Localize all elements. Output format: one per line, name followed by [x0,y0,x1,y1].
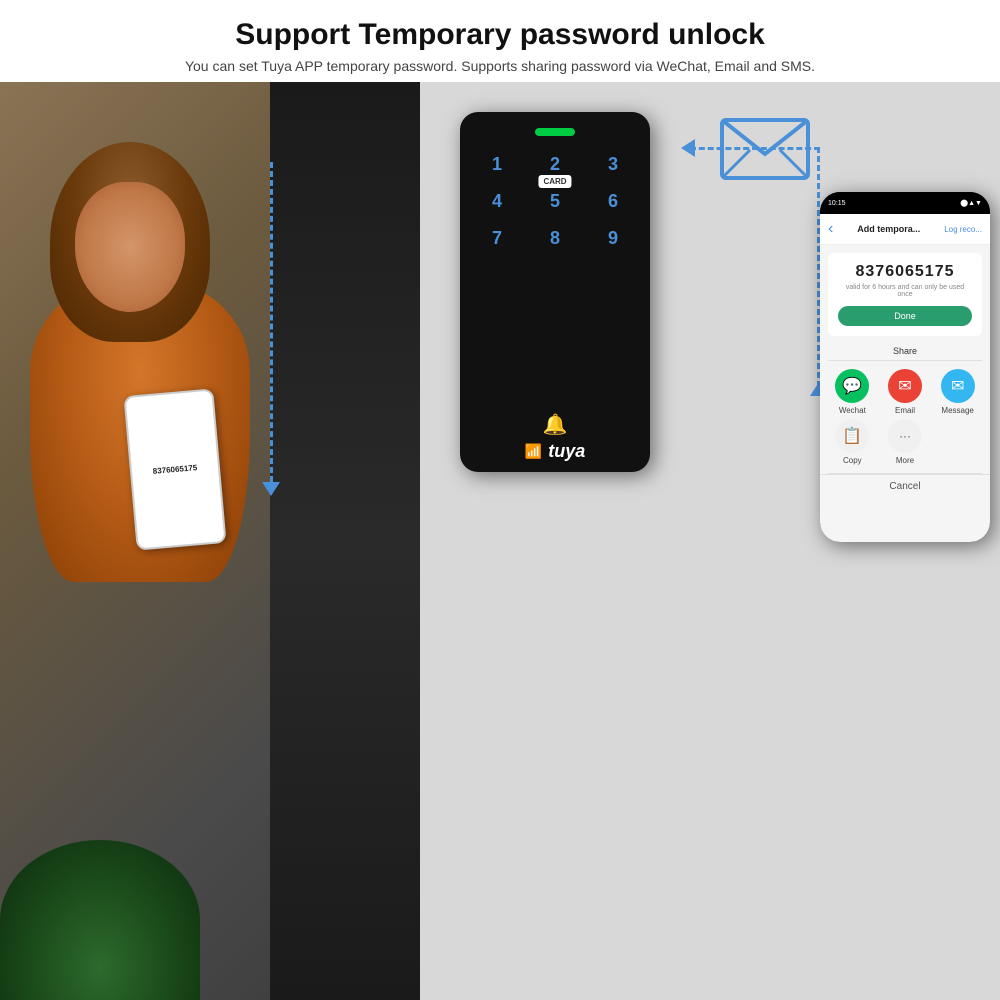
arrow-left-icon [681,139,695,157]
copy-icon: 📋 [835,419,869,453]
woman-face [75,182,185,312]
arrow-down-icon [262,482,280,496]
wifi-icon: 📶 [525,443,542,460]
hand-phone-number: 8376065175 [152,463,197,476]
share-message[interactable]: ✉ Message [933,369,982,415]
tuya-logo-text: tuya [548,441,585,462]
phone-app-header: ‹ Add tempora... Log reco... [820,214,990,245]
phone-back-button[interactable]: ‹ [828,220,833,238]
smartphone-device: 10:15 ⬤▲▼ ‹ Add tempora... Log reco... 8… [820,192,990,542]
phone-screen: ‹ Add tempora... Log reco... 8376065175 … [820,214,990,542]
key-9[interactable]: 9 [588,224,638,253]
header-section: Support Temporary password unlock You ca… [0,0,1000,82]
phone-password-validity: valid for 6 hours and can only be used o… [838,284,972,298]
left-panel-photo: 8376065175 [0,82,420,1000]
wechat-icon: 💬 [835,369,869,403]
page-subtitle: You can set Tuya APP temporary password.… [40,58,960,74]
more-icon: ··· [888,419,922,453]
phone-in-hand: 8376065175 [123,388,226,550]
dashed-vertical-line [270,162,273,482]
page: Support Temporary password unlock You ca… [0,0,1000,1000]
key-7[interactable]: 7 [472,224,522,253]
right-panel: 1 2 3 4 5 CARD 6 7 8 9 🔔 📶 [420,82,1000,1000]
bell-icon: 🔔 [543,412,568,437]
share-email[interactable]: ✉ Email [881,369,930,415]
card-label: CARD [538,175,571,188]
page-title: Support Temporary password unlock [40,18,960,52]
key-1[interactable]: 1 [472,150,522,179]
share-wechat[interactable]: 💬 Wechat [828,369,877,415]
keypad-grid: 1 2 3 4 5 CARD 6 7 8 9 [472,150,638,253]
key-4[interactable]: 4 [472,187,522,216]
copy-label: Copy [843,456,862,465]
phone-status-bar: 10:15 ⬤▲▼ [820,192,990,214]
keypad-bottom-area: 🔔 📶 tuya [525,412,585,462]
dashed-horizontal-line [690,147,820,150]
phone-share-label: Share [820,342,990,360]
phone-status-icons: ⬤▲▼ [960,199,982,207]
key-8[interactable]: 8 [530,224,580,253]
keypad-indicator-light [535,128,575,136]
phone-time: 10:15 [828,200,846,207]
more-label: More [896,456,914,465]
share-options-grid: 💬 Wechat ✉ Email ✉ Message 📋 [820,361,990,473]
key-5[interactable]: 5 CARD [530,187,580,216]
phone-screen-title: Add tempora... [857,224,920,234]
phone-password-area: 8376065175 valid for 6 hours and can onl… [828,253,982,336]
plant-decoration [0,840,200,1000]
share-copy[interactable]: 📋 Copy [828,419,877,465]
door-panel [270,82,420,1000]
phone-temp-password: 8376065175 [838,263,972,281]
wechat-label: Wechat [839,406,866,415]
share-more[interactable]: ··· More [881,419,930,465]
message-label: Message [941,406,973,415]
tuya-brand-area: 📶 tuya [525,441,585,462]
key-3[interactable]: 3 [588,150,638,179]
email-share-icon: ✉ [888,369,922,403]
phone-cancel-button[interactable]: Cancel [820,474,990,498]
main-content: 8376065175 [0,82,1000,1000]
message-icon: ✉ [941,369,975,403]
photo-background: 8376065175 [0,82,420,1000]
key-6[interactable]: 6 [588,187,638,216]
phone-done-button[interactable]: Done [838,306,972,326]
phone-log-link[interactable]: Log reco... [944,225,982,234]
email-label: Email [895,406,915,415]
keypad-device: 1 2 3 4 5 CARD 6 7 8 9 🔔 📶 [460,112,650,472]
